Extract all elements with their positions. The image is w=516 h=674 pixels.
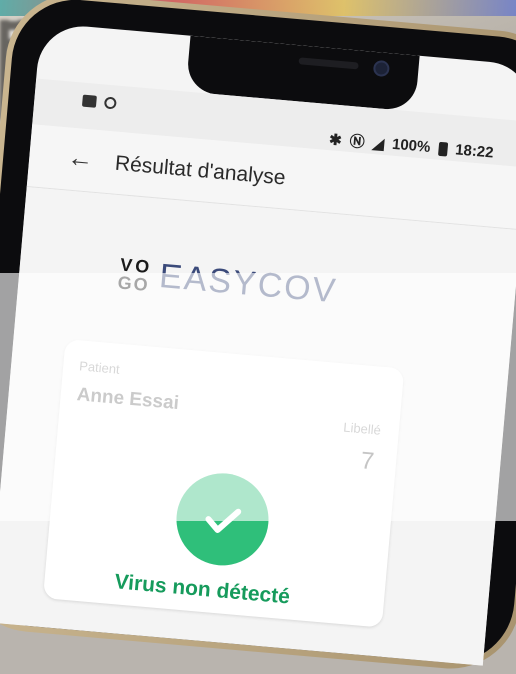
status-notifications [81, 94, 117, 110]
phone: ✱ Ⓝ ◢ 100% 18:22 ← Résultat d'analyse VO… [0, 0, 516, 674]
result-card: Patient Anne Essai Libellé 7 Virus non d… [42, 339, 405, 628]
libelle-label: Libellé [342, 419, 382, 438]
clock: 18:22 [454, 141, 495, 162]
arrow-back-icon[interactable]: ← [66, 142, 95, 175]
bluetooth-icon: ✱ [328, 130, 343, 149]
phone-bezel: ✱ Ⓝ ◢ 100% 18:22 ← Résultat d'analyse VO… [0, 0, 516, 668]
camera-icon [372, 59, 391, 78]
easycov-wordmark: EASYCOV [157, 257, 339, 311]
patient-label: Patient [78, 358, 121, 377]
libelle-value: 7 [359, 447, 376, 476]
patient-name: Anne Essai [75, 384, 180, 415]
phone-screen: ✱ Ⓝ ◢ 100% 18:22 ← Résultat d'analyse VO… [0, 22, 516, 666]
signal-icon: ◢ [371, 134, 385, 153]
result-text: Virus non détecté [113, 570, 291, 609]
image-notification-icon [81, 94, 97, 108]
speaker [298, 57, 359, 70]
circle-notification-icon [103, 96, 117, 110]
checkmark-icon [205, 508, 242, 533]
nfc-icon: Ⓝ [348, 133, 366, 152]
battery-percent: 100% [391, 135, 432, 157]
vogo-logo: VO GO [116, 254, 151, 295]
page-title: Résultat d'analyse [114, 151, 287, 190]
battery-icon [437, 141, 448, 157]
content: VO GO EASYCOV Patient Anne Essai Libellé… [0, 187, 516, 666]
check-circle-icon [172, 469, 273, 570]
easycov-logo: VO GO EASYCOV [116, 253, 339, 311]
